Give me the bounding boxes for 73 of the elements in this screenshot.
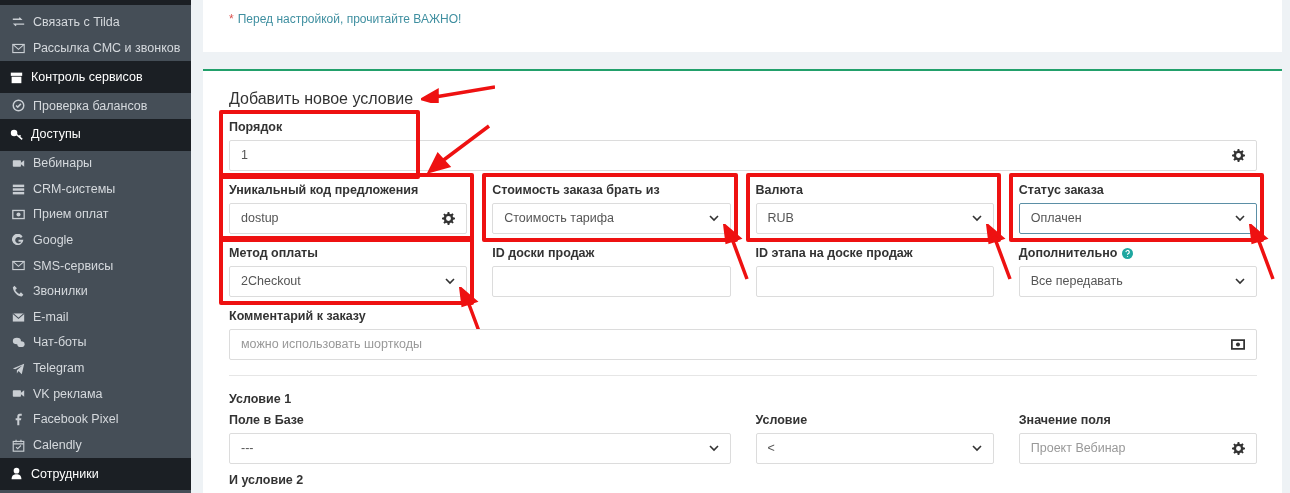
dropdown[interactable]: Стоимость тарифа [492, 203, 731, 234]
gear-icon [442, 212, 456, 225]
chevron-down-icon [971, 215, 982, 222]
field-label: Статус заказа [1018, 182, 1104, 200]
check-circle-icon [12, 99, 25, 113]
sidebar-item[interactable]: E-mail [0, 304, 191, 330]
form-title: Добавить новое условие [229, 89, 414, 109]
field-label: Порядок [229, 119, 283, 137]
gear-icon [1232, 149, 1245, 162]
dropdown[interactable]: Оплачен [1018, 203, 1257, 234]
field-label: Условие [755, 412, 808, 430]
field-label: Стоимость заказа брать из [492, 182, 660, 200]
field-label: ID доски продаж [492, 245, 595, 263]
calendar-icon [12, 438, 25, 452]
archive-icon [10, 70, 23, 84]
chevron-down-icon [708, 215, 719, 222]
chevron-down-icon [971, 445, 982, 452]
dropdown[interactable]: RUB [755, 203, 994, 234]
sidebar-section[interactable]: Сотрудники [0, 457, 191, 490]
sidebar-item[interactable]: Google [0, 227, 191, 254]
chevron-down-icon [445, 278, 456, 285]
sidebar-item[interactable]: CRM-системы [0, 176, 191, 202]
paper-plane-icon [12, 361, 25, 375]
sidebar-item[interactable]: Calendly [0, 432, 191, 458]
input-field[interactable]: 1 [229, 140, 1257, 171]
sidebar-item[interactable]: Звонилки [0, 278, 191, 305]
field-label: ID этапа на доске продаж [755, 245, 913, 263]
sidebar-item[interactable]: Чат-боты [0, 329, 191, 356]
key-icon [10, 128, 23, 142]
field-label: Метод оплаты [229, 245, 318, 263]
sidebar-item[interactable]: Telegram [0, 355, 191, 382]
sidebar-item[interactable]: VK реклама [0, 381, 191, 407]
envelope-icon [12, 310, 25, 324]
sidebar-item[interactable]: Facebook Pixel [0, 406, 191, 433]
sidebar-section[interactable]: Доступы [0, 118, 191, 151]
envelope-icon [12, 41, 25, 55]
dropdown[interactable]: 2Checkout [229, 266, 468, 297]
sidebar-item[interactable]: Прием оплат [0, 201, 191, 228]
gear-icon [1232, 442, 1245, 455]
chat-icon [12, 336, 25, 350]
phone-icon [12, 285, 25, 299]
help-icon[interactable] [1122, 248, 1134, 259]
field-label: Поле в Базе [229, 412, 304, 430]
dropdown[interactable]: Все передавать [1018, 266, 1257, 297]
chevron-down-icon [1235, 278, 1245, 285]
input-field[interactable]: dostup [229, 203, 468, 234]
required-mark: * [229, 11, 234, 28]
field-label: Дополнительно [1018, 245, 1118, 263]
field-label: Значение поля [1018, 412, 1111, 430]
field-label: Комментарий к заказу [229, 308, 366, 326]
condition-title: Условие 1 [229, 393, 292, 406]
input-field[interactable] [492, 266, 731, 297]
field-label: Валюта [755, 182, 803, 200]
money-icon [12, 208, 25, 222]
notice-link[interactable]: Перед настройкой, прочитайте ВАЖНО! [237, 10, 462, 28]
input-field[interactable] [755, 266, 994, 297]
field-label: Уникальный код предложения [229, 182, 419, 200]
sidebar-section[interactable]: Контроль сервисов [0, 61, 191, 94]
chevron-down-icon [708, 445, 719, 452]
server-icon [12, 182, 25, 196]
google-icon [12, 233, 25, 247]
banknote-icon [1231, 339, 1245, 350]
dropdown[interactable]: < [755, 433, 994, 464]
chevron-down-icon [1235, 215, 1245, 222]
sidebar-item[interactable]: Проверка балансов [0, 93, 191, 119]
sidebar-item[interactable]: Вебинары [0, 150, 191, 177]
condition-title: И условие 2 [229, 474, 304, 487]
user-icon [10, 467, 23, 481]
dropdown[interactable]: --- [229, 433, 731, 464]
sidebar-item[interactable]: SMS-сервисы [0, 253, 191, 279]
sidebar-item[interactable]: Связать с Tilda [0, 10, 191, 36]
sidebar-item[interactable]: Рассылка СМС и звонков [0, 35, 191, 62]
envelope-icon [12, 259, 25, 273]
